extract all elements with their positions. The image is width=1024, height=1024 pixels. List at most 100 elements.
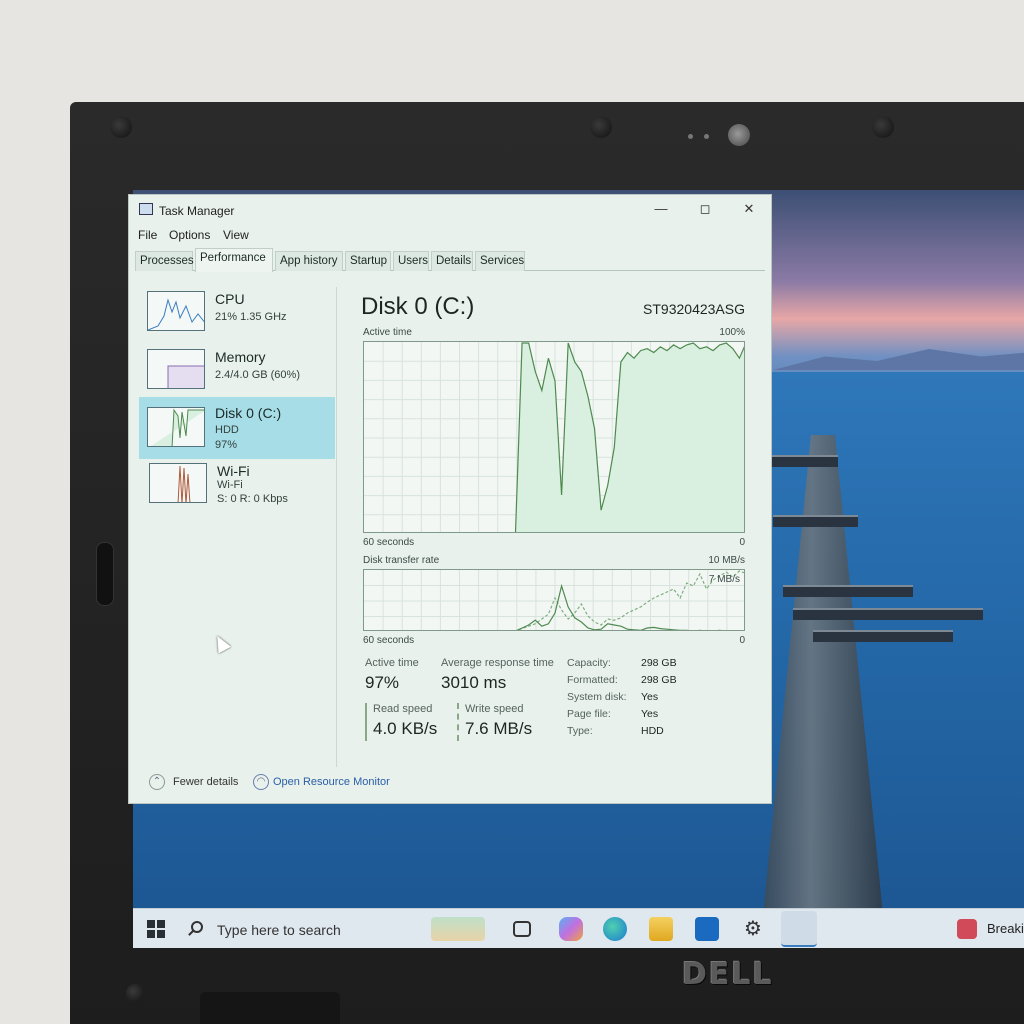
windows-logo-pane [147,930,155,938]
close-button[interactable]: ✕ [739,201,759,217]
system-disk-value: Yes [641,691,659,703]
tab-startup[interactable]: Startup [345,251,391,271]
menu-view[interactable]: View [223,228,249,242]
copilot-icon[interactable] [559,917,583,941]
write-speed-label: Write speed [465,703,524,715]
performance-sidebar: CPU 21% 1.35 GHz Memory 2.4/4.0 GB (60%)… [139,287,337,767]
search-icon [191,921,203,933]
read-speed-label: Read speed [373,703,433,715]
write-speed-indicator [457,703,459,741]
fewer-details-link[interactable]: Fewer details [173,776,238,788]
news-widget-text[interactable]: Breaki [987,921,1024,936]
sidebar-memory-detail: 2.4/4.0 GB (60%) [215,369,300,381]
tab-processes[interactable]: Processes [135,251,194,271]
tab-users[interactable]: Users [393,251,429,271]
wallpaper-plank [793,608,983,620]
task-manager-icon [139,203,153,215]
windows-logo-pane [157,920,165,928]
memory-thumb-fill [167,365,204,388]
menu-file[interactable]: File [138,228,157,242]
task-view-icon[interactable] [513,921,531,937]
brand-logo: DELL [682,957,774,992]
active-time-graph-label: Active time [363,327,412,338]
formatted-value: 298 GB [641,674,677,686]
windows-logo-pane [147,920,155,928]
tab-performance[interactable]: Performance [195,248,273,272]
read-speed-value: 4.0 KB/s [373,719,438,738]
outlook-icon[interactable] [695,917,719,941]
active-time-graph-max: 100% [719,327,745,338]
page-file-value: Yes [641,708,659,720]
sidebar-item-wifi[interactable]: Wi-Fi Wi-Fi S: 0 R: 0 Kbps [139,459,335,521]
active-graph-axis-right: 0 [739,537,745,548]
active-time-value: 97% [365,673,400,692]
wallpaper-mountains [773,349,1024,370]
read-speed-indicator [365,703,367,741]
transfer-rate-graph-mid: 7 MB/s [708,574,740,585]
wallpaper-plank [773,515,858,527]
resource-monitor-icon[interactable]: ◠ [253,774,269,790]
disk-thumbnail-graph [147,407,205,447]
active-graph-axis-left: 60 seconds [363,537,415,548]
sidebar-item-disk[interactable]: Disk 0 (C:) HDD 97% [139,397,335,459]
type-value: HDD [641,725,664,737]
tab-details[interactable]: Details [431,251,473,271]
bezel-screw-bottom [126,984,144,1002]
task-manager-taskbar-icon[interactable] [781,911,817,947]
windows-logo-pane [157,930,165,938]
cpu-thumb-svg [148,298,204,330]
window-footer: ⌃ Fewer details ◠ Open Resource Monitor [129,769,771,797]
taskbar: Type here to search ⚙ Breaki [133,908,1024,948]
title-bar[interactable]: Task Manager — ◻ ✕ [129,195,771,223]
news-widget-icon[interactable] [957,919,977,939]
search-highlight-palm-icon[interactable] [431,917,485,941]
transfer-graph-axis-left: 60 seconds [363,635,415,646]
sidebar-wifi-adapter: Wi-Fi [217,479,243,491]
sidebar-wifi-throughput: S: 0 R: 0 Kbps [217,493,288,505]
minimize-button[interactable]: — [651,201,671,217]
disk-detail-pane: Disk 0 (C:) ST9320423ASG Active time 100… [361,287,751,757]
active-time-graph-svg [364,342,744,532]
sidebar-disk-usage: 97% [215,439,238,451]
wallpaper-plank [783,585,913,597]
avg-response-label: Average response time [441,657,554,669]
page-file-label: Page file: [567,708,611,720]
capacity-label: Capacity: [567,657,611,669]
settings-icon[interactable]: ⚙ [741,917,765,941]
sidebar-item-cpu[interactable]: CPU 21% 1.35 GHz [139,287,335,349]
chevron-up-icon[interactable]: ⌃ [149,774,165,790]
webcam [728,124,750,146]
hinge [200,992,340,1024]
tab-app-history[interactable]: App history [275,251,343,271]
transfer-rate-graph-label: Disk transfer rate [363,555,440,566]
menu-bar: File Options View [129,227,771,245]
sidebar-wifi-name: Wi-Fi [217,463,250,479]
transfer-rate-graph-max: 10 MB/s [708,555,745,566]
menu-options[interactable]: Options [169,228,210,242]
bezel-screw-right [872,116,894,138]
formatted-label: Formatted: [567,674,618,686]
wifi-thumbnail-graph [149,463,207,503]
bezel-side-button [96,542,114,606]
disk-thumb-svg [151,408,204,446]
task-manager-window: Task Manager — ◻ ✕ File Options View Pro… [128,194,772,804]
sidebar-cpu-name: CPU [215,291,245,307]
wallpaper-plank [813,630,953,642]
system-disk-label: System disk: [567,691,627,703]
type-label: Type: [567,725,593,737]
edge-icon[interactable] [603,917,627,941]
sidebar-disk-type: HDD [215,424,239,436]
sidebar-cpu-detail: 21% 1.35 GHz [215,311,287,323]
start-button[interactable] [147,920,165,938]
camera-led [704,134,709,139]
search-placeholder: Type here to search [217,922,341,938]
tab-bar: Processes Performance App history Startu… [135,248,765,272]
capacity-value: 298 GB [641,657,677,669]
open-resource-monitor-link[interactable]: Open Resource Monitor [273,776,390,788]
camera-led [688,134,693,139]
tab-services[interactable]: Services [475,251,525,271]
disk-model: ST9320423ASG [643,301,745,317]
maximize-button[interactable]: ◻ [695,201,715,217]
file-explorer-icon[interactable] [649,917,673,941]
bezel-screw-left [110,116,132,138]
